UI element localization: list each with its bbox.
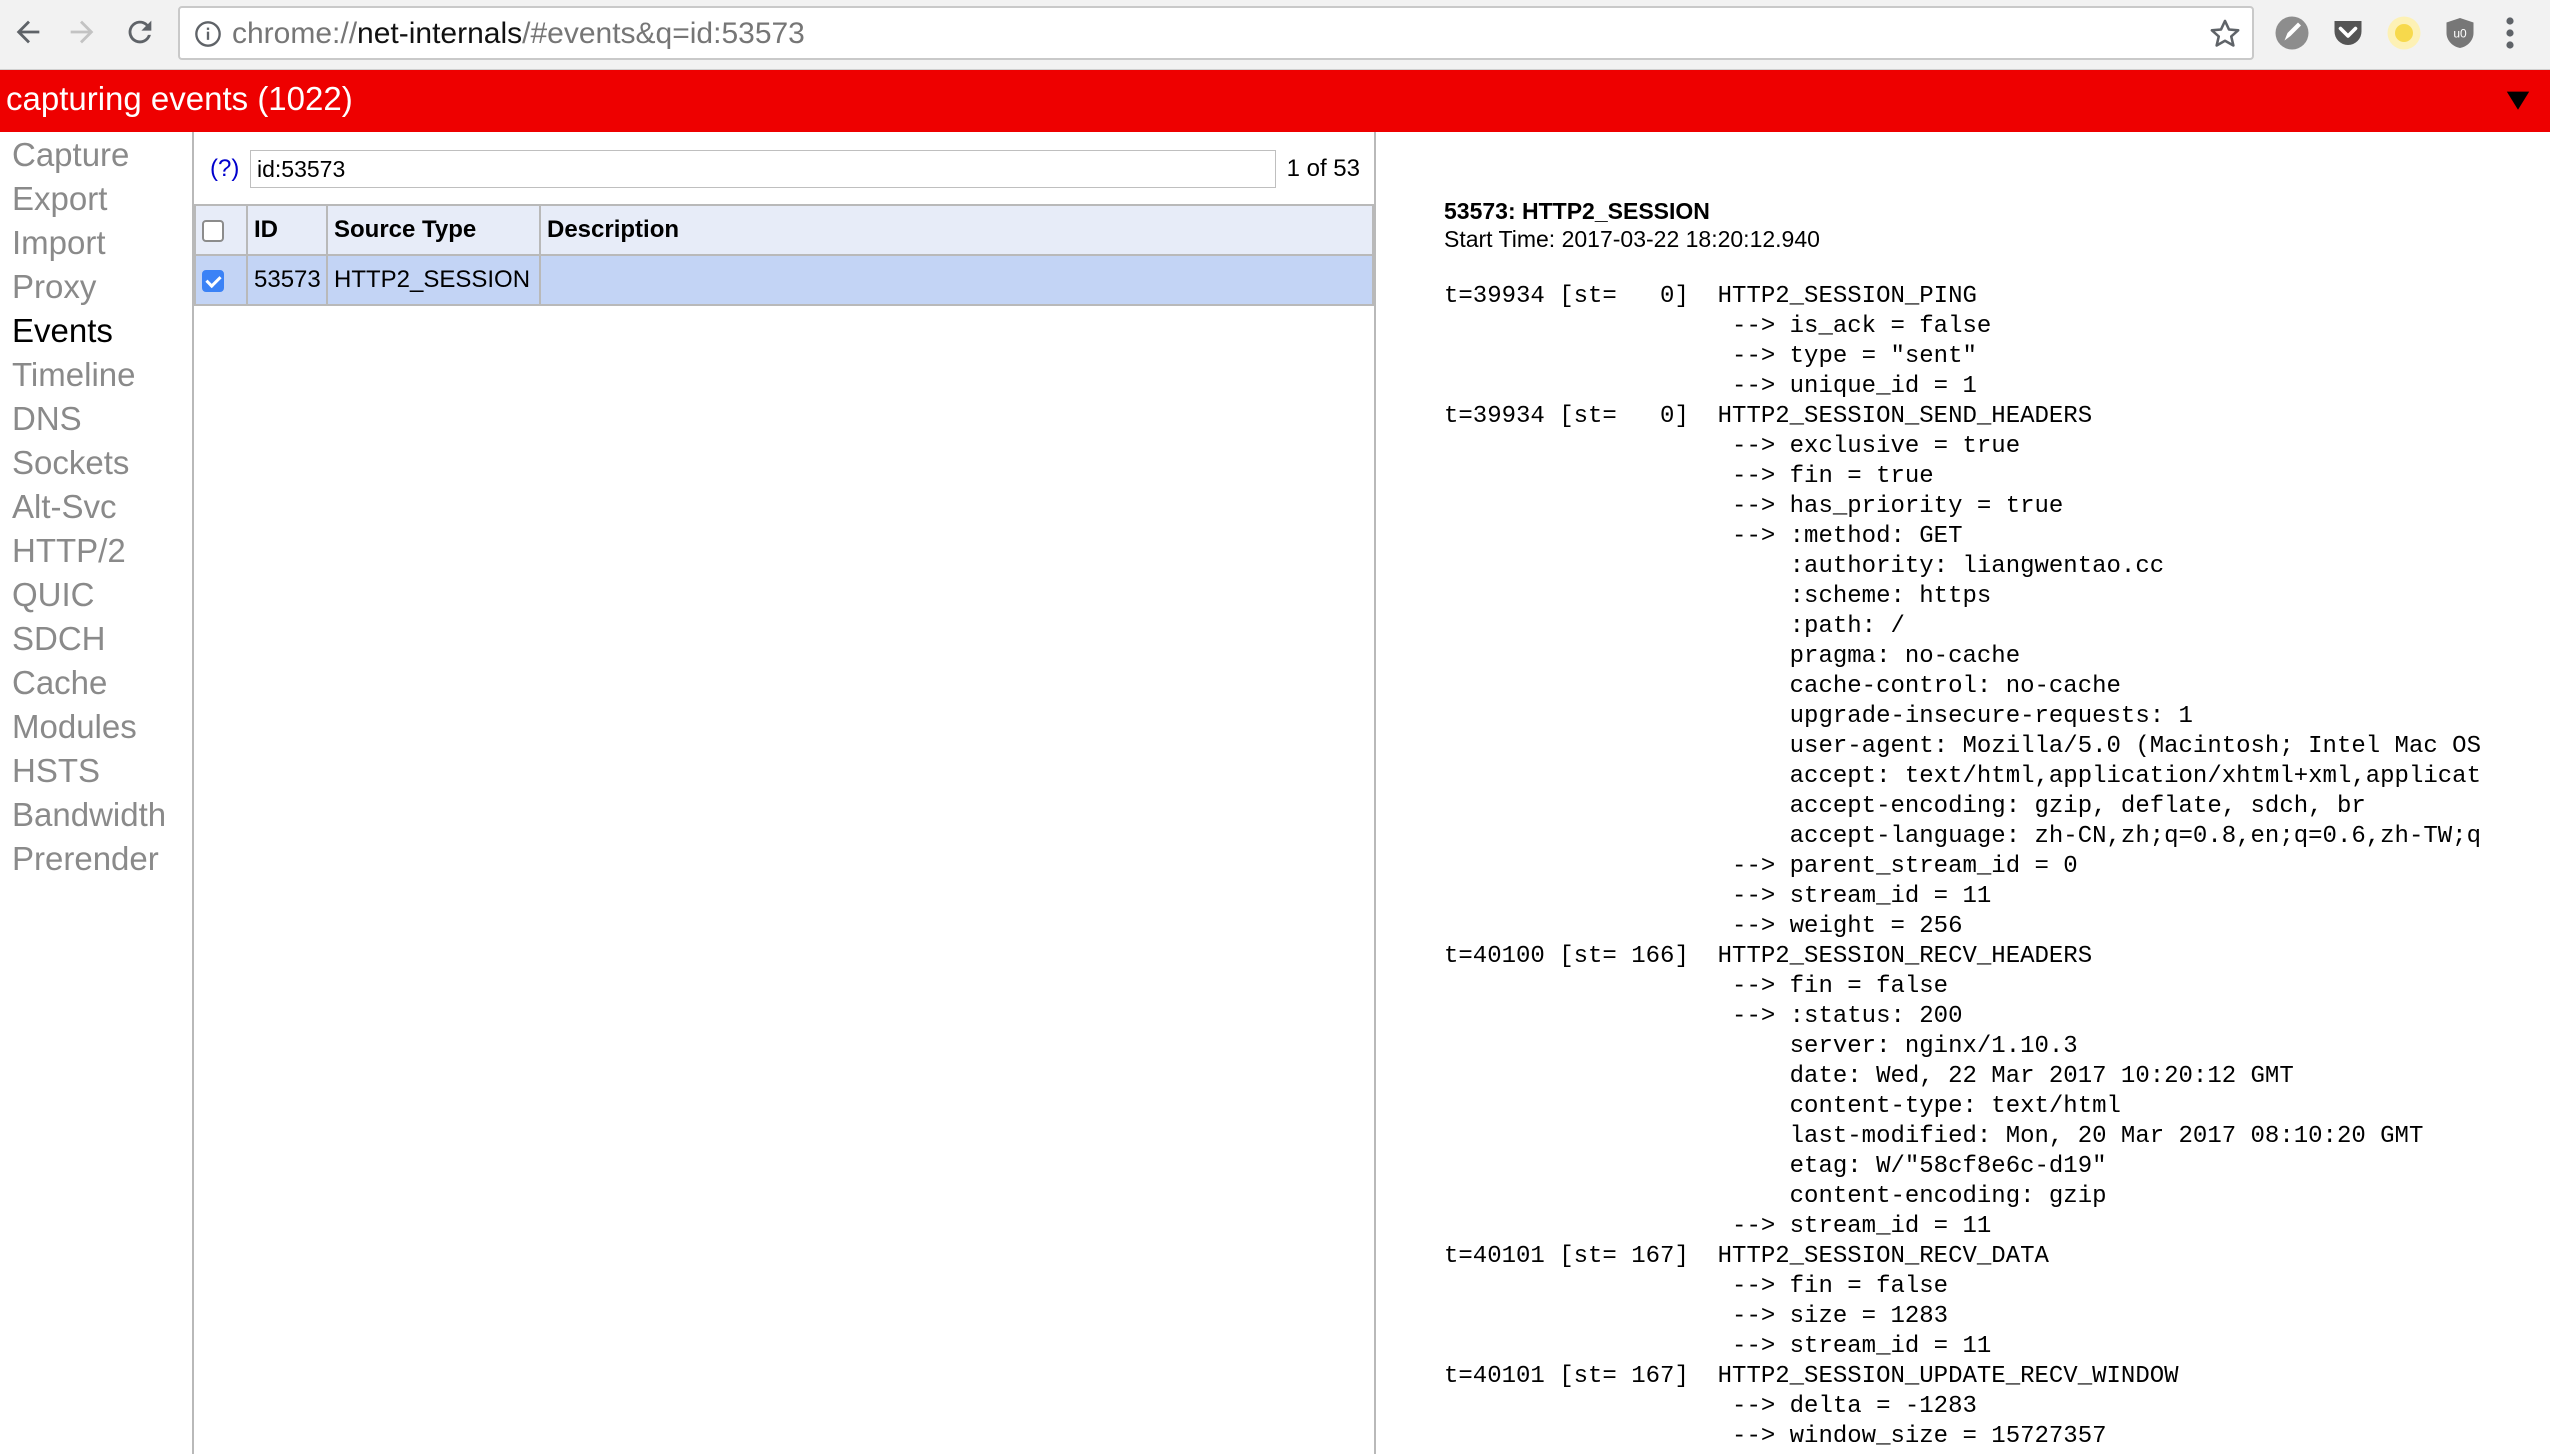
log-line: --> is_ack = false: [1444, 313, 1992, 340]
filter-help-link[interactable]: (?): [210, 155, 239, 183]
svg-text:u0: u0: [2453, 27, 2467, 41]
menu-kebab-icon[interactable]: [2500, 15, 2520, 51]
nav-item-alt-svc[interactable]: Alt-Svc: [12, 488, 117, 526]
log-line: --> parent_stream_id = 0: [1444, 853, 2078, 880]
nav-item-http2[interactable]: HTTP/2: [12, 532, 126, 570]
extension-yellow-circle-icon[interactable]: [2386, 15, 2422, 51]
events-list-panel: (?) 1 of 53 ID Source Type Description 5…: [192, 132, 1376, 1454]
table-row[interactable]: 53573 HTTP2_SESSION: [194, 254, 1374, 306]
reload-icon[interactable]: [116, 8, 164, 56]
nav-item-prerender[interactable]: Prerender: [12, 840, 159, 878]
star-icon[interactable]: [2208, 17, 2242, 51]
status-text: capturing events (1022): [6, 80, 353, 117]
nav-item-events[interactable]: Events: [12, 312, 113, 350]
log-line: --> fin = false: [1444, 1273, 1949, 1300]
filter-count: 1 of 53: [1286, 155, 1360, 182]
log-line: --> stream_id = 11: [1444, 1333, 1992, 1360]
log-line: :scheme: https: [1444, 583, 1992, 610]
event-log: t=39934 [st= 0] HTTP2_SESSION_PING --> i…: [1444, 282, 2550, 1452]
dropdown-triangle-icon[interactable]: [2504, 86, 2532, 114]
extension-pen-icon[interactable]: [2274, 15, 2310, 51]
log-line: server: nginx/1.10.3: [1444, 1033, 2078, 1060]
detail-start-time: Start Time: 2017-03-22 18:20:12.940: [1444, 226, 1820, 252]
log-line: --> unique_id = 1: [1444, 373, 1977, 400]
log-line: t=40101 [st= 167] HTTP2_SESSION_RECV_DAT…: [1444, 1243, 2049, 1270]
back-arrow-icon[interactable]: [4, 8, 52, 56]
row-id[interactable]: 53573: [246, 254, 328, 306]
log-line: --> stream_id = 11: [1444, 883, 1992, 910]
select-all-checkbox[interactable]: [202, 219, 224, 242]
column-header-description[interactable]: Description: [539, 204, 1374, 256]
log-line: accept-encoding: gzip, deflate, sdch, br: [1444, 793, 2366, 820]
log-line: --> stream_id = 11: [1444, 1213, 1992, 1240]
nav-item-import[interactable]: Import: [12, 224, 106, 262]
log-line: accept: text/html,application/xhtml+xml,…: [1444, 763, 2481, 790]
log-line: --> window_size = 15727357: [1444, 1423, 2107, 1450]
log-line: :authority: liangwentao.cc: [1444, 553, 2165, 580]
log-line: user-agent: Mozilla/5.0 (Macintosh; Inte…: [1444, 733, 2481, 760]
nav-item-sockets[interactable]: Sockets: [12, 444, 129, 482]
table-header-row: ID Source Type Description: [194, 204, 1374, 256]
log-line: t=39934 [st= 0] HTTP2_SESSION_SEND_HEADE…: [1444, 403, 2093, 430]
log-line: --> :status: 200: [1444, 1003, 1963, 1030]
log-line: --> weight = 256: [1444, 913, 1963, 940]
events-table: ID Source Type Description 53573 HTTP2_S…: [194, 204, 1374, 306]
url-host: net-internals: [357, 17, 523, 50]
column-header-id[interactable]: ID: [246, 204, 328, 256]
column-header-source-type[interactable]: Source Type: [326, 204, 541, 256]
log-line: accept-language: zh-CN,zh;q=0.8,en;q=0.6…: [1444, 823, 2481, 850]
filter-input[interactable]: [250, 150, 1276, 188]
log-line: t=40100 [st= 166] HTTP2_SESSION_RECV_HEA…: [1444, 943, 2093, 970]
pocket-icon[interactable]: [2330, 15, 2366, 51]
info-icon[interactable]: [194, 20, 222, 48]
log-line: --> delta = -1283: [1444, 1393, 1977, 1420]
log-line: cache-control: no-cache: [1444, 673, 2121, 700]
nav-item-export[interactable]: Export: [12, 180, 107, 218]
ublock-icon[interactable]: u0: [2442, 15, 2478, 51]
log-line: t=39934 [st= 0] HTTP2_SESSION_PING: [1444, 283, 1977, 310]
nav-item-capture[interactable]: Capture: [12, 136, 129, 174]
log-line: content-encoding: gzip: [1444, 1183, 2107, 1210]
row-checkbox[interactable]: [202, 269, 224, 292]
select-all-cell[interactable]: [194, 204, 248, 256]
log-line: --> has_priority = true: [1444, 493, 2064, 520]
log-line: pragma: no-cache: [1444, 643, 2021, 670]
nav-item-timeline[interactable]: Timeline: [12, 356, 135, 394]
nav-item-dns[interactable]: DNS: [12, 400, 82, 438]
log-line: --> size = 1283: [1444, 1303, 1949, 1330]
log-line: t=40101 [st= 167] HTTP2_SESSION_UPDATE_R…: [1444, 1363, 2179, 1390]
net-internals-nav: Capture Export Import Proxy Events Timel…: [0, 132, 192, 1454]
nav-item-cache[interactable]: Cache: [12, 664, 107, 702]
log-line: --> :method: GET: [1444, 523, 1963, 550]
row-checkbox-cell[interactable]: [194, 254, 248, 306]
log-line: --> exclusive = true: [1444, 433, 2021, 460]
nav-item-hsts[interactable]: HSTS: [12, 752, 100, 790]
log-line: etag: W/"58cf8e6c-d19": [1444, 1153, 2107, 1180]
nav-item-sdch[interactable]: SDCH: [12, 620, 106, 658]
nav-item-bandwidth[interactable]: Bandwidth: [12, 796, 166, 834]
event-details-pane: 53573: HTTP2_SESSION Start Time: 2017-03…: [1376, 132, 2550, 1454]
forward-arrow-icon[interactable]: [58, 8, 106, 56]
log-line: --> type = "sent": [1444, 343, 1977, 370]
log-line: upgrade-insecure-requests: 1: [1444, 703, 2193, 730]
nav-item-modules[interactable]: Modules: [12, 708, 137, 746]
detail-title: 53573: HTTP2_SESSION: [1444, 198, 1710, 224]
url-scheme: chrome://: [232, 17, 358, 50]
log-line: last-modified: Mon, 20 Mar 2017 08:10:20…: [1444, 1123, 2424, 1150]
url-text: chrome://net-internals/#events&q=id:5357…: [232, 16, 805, 52]
log-line: --> fin = true: [1444, 463, 1934, 490]
log-line: :path: /: [1444, 613, 1905, 640]
nav-item-quic[interactable]: QUIC: [12, 576, 95, 614]
nav-item-proxy[interactable]: Proxy: [12, 268, 96, 306]
capture-status-bar: capturing events (1022): [0, 70, 2550, 132]
log-line: date: Wed, 22 Mar 2017 10:20:12 GMT: [1444, 1063, 2294, 1090]
url-path: /#events&q=id:53573: [522, 17, 805, 50]
log-line: content-type: text/html: [1444, 1093, 2121, 1120]
address-bar[interactable]: chrome://net-internals/#events&q=id:5357…: [178, 6, 2254, 60]
log-line: --> fin = false: [1444, 973, 1949, 1000]
row-description[interactable]: [539, 254, 1374, 306]
row-source-type[interactable]: HTTP2_SESSION: [326, 254, 541, 306]
browser-toolbar: chrome://net-internals/#events&q=id:5357…: [0, 0, 2550, 70]
